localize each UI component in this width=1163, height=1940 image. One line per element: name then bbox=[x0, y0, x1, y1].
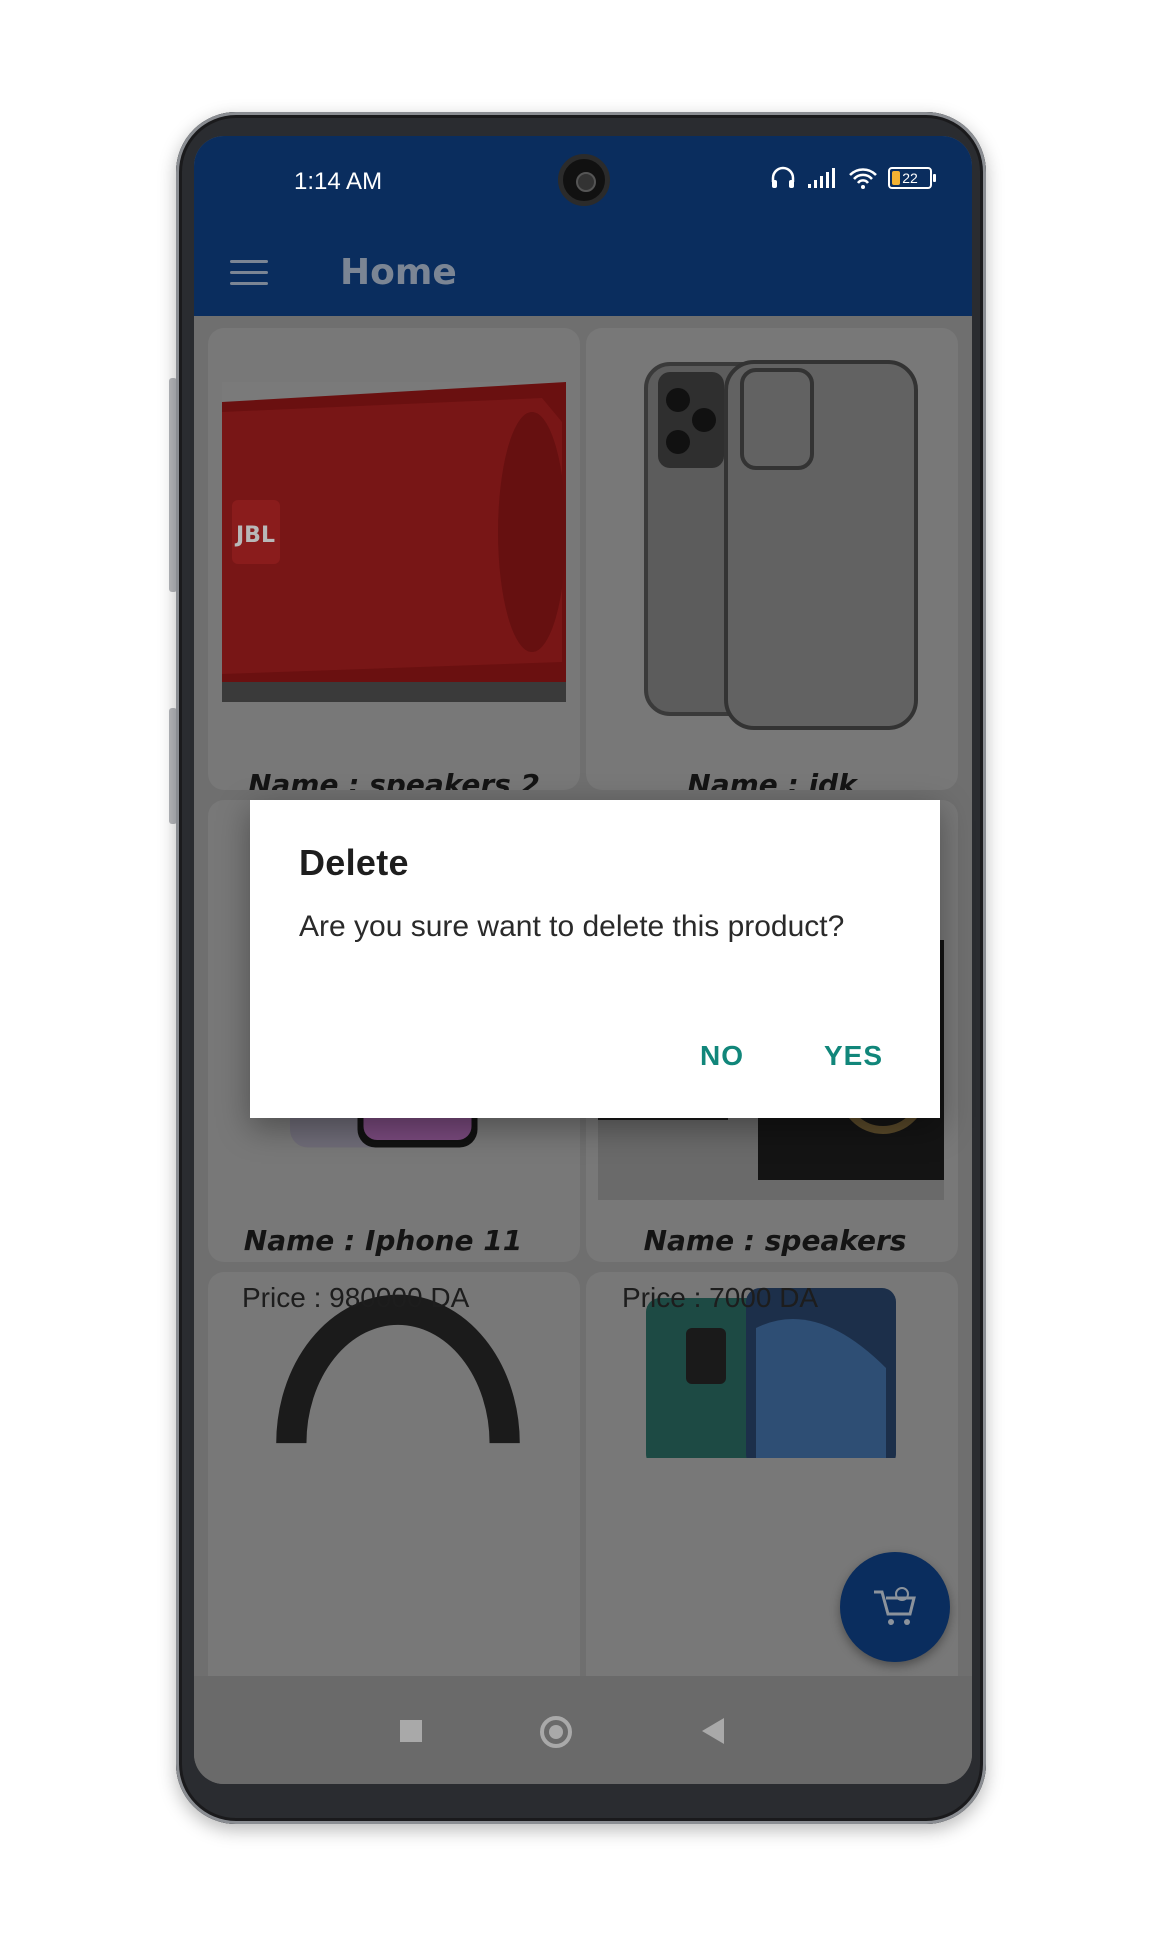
status-time: 1:14 AM bbox=[294, 168, 383, 195]
product-card[interactable] bbox=[208, 1272, 580, 1692]
back-icon[interactable] bbox=[702, 1718, 724, 1744]
product-card[interactable]: Name : idk bbox=[586, 328, 958, 790]
product-image bbox=[276, 1294, 520, 1444]
product-price: Price : 7000 DA bbox=[622, 1282, 819, 1313]
dialog-title: Delete bbox=[299, 842, 409, 883]
dialog-message: Are you sure want to delete this product… bbox=[299, 910, 845, 943]
navigation-bar bbox=[194, 1676, 972, 1784]
battery-level: 22 bbox=[902, 170, 918, 186]
product-image: JBL bbox=[222, 382, 566, 702]
wifi-icon bbox=[849, 168, 877, 189]
product-price: Price : 980000 DA bbox=[242, 1282, 470, 1313]
app-bar: 1:14 AM 22 Home bbox=[194, 136, 972, 316]
status-icons: 22 bbox=[770, 166, 936, 190]
front-camera bbox=[558, 154, 610, 206]
cart-icon bbox=[874, 1587, 916, 1625]
product-name: Name : idk bbox=[687, 768, 857, 790]
delete-dialog: Delete Are you sure want to delete this … bbox=[250, 800, 940, 1118]
battery-icon: 22 bbox=[888, 167, 936, 189]
product-card[interactable]: JBL Name : speakers 2 bbox=[208, 328, 580, 790]
product-image bbox=[644, 360, 918, 730]
add-to-cart-button[interactable] bbox=[840, 1552, 950, 1662]
no-button[interactable]: NO bbox=[700, 1040, 744, 1072]
svg-text:JBL: JBL bbox=[234, 523, 275, 548]
toolbar: Home bbox=[194, 226, 972, 316]
page-title: Home bbox=[340, 252, 457, 293]
headset-icon bbox=[771, 166, 795, 188]
yes-button[interactable]: YES bbox=[824, 1040, 883, 1072]
product-name: Name : speakers bbox=[643, 1224, 907, 1257]
product-name: Name : speakers 2 bbox=[247, 768, 541, 790]
product-name: Name : Iphone 11 bbox=[243, 1224, 523, 1257]
home-icon[interactable] bbox=[540, 1716, 572, 1748]
menu-icon[interactable] bbox=[230, 260, 268, 286]
page-background: 1:14 AM 22 Home JBL Name: speakers 2 Na… bbox=[0, 0, 1163, 1940]
recents-icon[interactable] bbox=[400, 1720, 422, 1742]
signal-icon bbox=[808, 168, 835, 188]
